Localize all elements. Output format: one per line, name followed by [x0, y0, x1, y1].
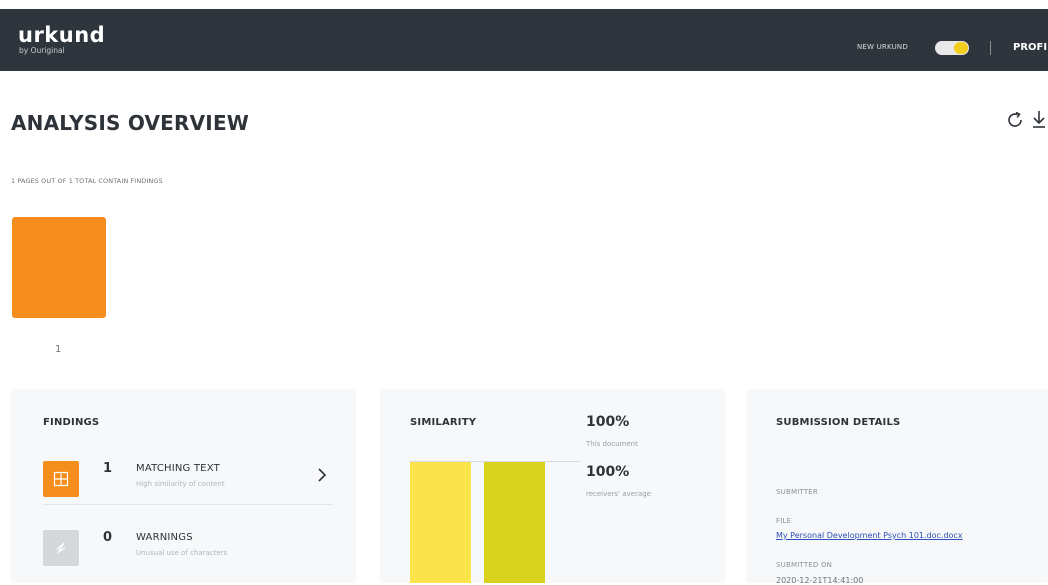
finding-subtitle: High similarity of content [136, 480, 225, 488]
findings-card: FINDINGS 1 MATCHING TEXT High similarity… [11, 389, 356, 583]
similarity-bar-document [410, 462, 471, 583]
chevron-right-icon[interactable] [315, 466, 329, 484]
profile-menu[interactable]: PROFILE [1013, 42, 1048, 53]
logo-wordmark: urkund [18, 23, 106, 47]
similarity-card: SIMILARITY 100% This document 100% recei… [380, 389, 725, 583]
finding-label: MATCHING TEXT [136, 463, 220, 474]
submission-title: SUBMISSION DETAILS [776, 417, 901, 428]
toggle-knob [954, 42, 968, 54]
urkund-logo[interactable]: urkund by Ouriginal [18, 24, 105, 55]
findings-divider [43, 504, 333, 505]
refresh-icon[interactable] [1005, 110, 1025, 130]
submitted-on-label: SUBMITTED ON [776, 561, 833, 569]
average-similarity-value: 100% [586, 464, 630, 480]
similarity-title: SIMILARITY [410, 417, 477, 428]
submitter-label: SUBMITTER [776, 488, 818, 496]
average-similarity-caption: receivers' average [586, 490, 651, 498]
document-similarity-caption: This document [586, 440, 638, 448]
page-title: ANALYSIS OVERVIEW [11, 111, 250, 135]
logo-byline: by Ouriginal [19, 46, 65, 55]
file-label: FILE [776, 517, 792, 525]
finding-subtitle: Unusual use of characters [136, 549, 228, 557]
header-divider [990, 41, 991, 55]
page-number: 1 [55, 344, 62, 355]
document-similarity-value: 100% [586, 414, 630, 430]
file-link[interactable]: My Personal Development Psych 101.doc.do… [776, 531, 963, 540]
pages-info-text: 1 PAGES OUT OF 1 TOTAL CONTAIN FINDINGS [11, 177, 163, 185]
submission-details-card: SUBMISSION DETAILS SUBMITTER FILE My Per… [746, 389, 1048, 585]
submitted-on-value: 2020-12-21T14:41:00 [776, 576, 864, 585]
document-grid-icon [43, 461, 79, 497]
new-urkund-label: NEW URKUND [857, 43, 908, 51]
warning-icon [43, 530, 79, 566]
finding-count: 0 [103, 530, 113, 545]
finding-warnings[interactable]: 0 WARNINGS Unusual use of characters [43, 528, 333, 568]
new-urkund-toggle[interactable] [935, 41, 969, 55]
page-thumbnail[interactable] [12, 217, 106, 318]
finding-label: WARNINGS [136, 532, 193, 543]
similarity-bar-average [484, 462, 545, 583]
top-bar: urkund by Ouriginal NEW URKUND PROFILE [0, 9, 1048, 71]
findings-title: FINDINGS [43, 417, 100, 428]
finding-matching-text[interactable]: 1 MATCHING TEXT High similarity of conte… [43, 459, 333, 499]
download-icon[interactable] [1030, 108, 1048, 130]
finding-count: 1 [103, 461, 113, 476]
